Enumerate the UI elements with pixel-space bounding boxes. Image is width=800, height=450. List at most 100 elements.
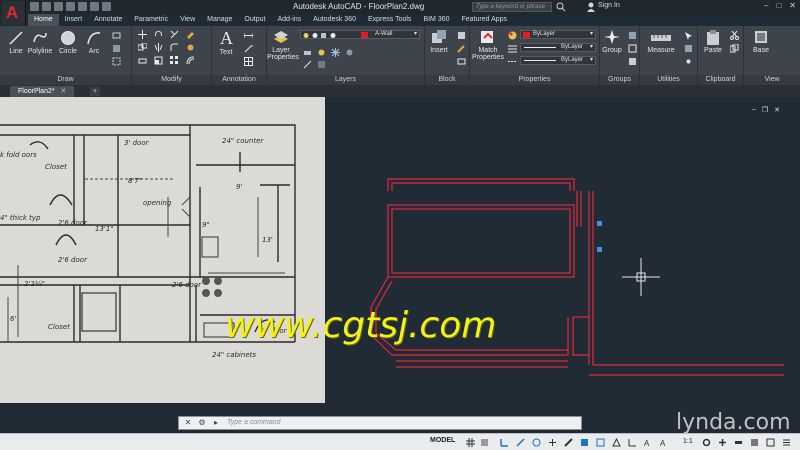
redo-icon[interactable] — [102, 2, 111, 11]
layer-freeze-icon[interactable] — [331, 48, 340, 57]
command-input[interactable]: Type a command — [227, 419, 281, 426]
search-input[interactable]: Type a keyword or phrase — [472, 2, 552, 12]
table-icon[interactable] — [244, 57, 253, 66]
clean-screen-icon[interactable] — [766, 438, 775, 447]
edit-attributes-icon[interactable] — [457, 57, 466, 66]
paste-button[interactable]: Paste — [700, 29, 726, 54]
block-panel-label[interactable]: Block — [425, 75, 469, 85]
array-icon[interactable] — [170, 56, 179, 65]
quick-select-icon[interactable] — [684, 31, 693, 40]
layer-isolate-icon[interactable] — [317, 48, 326, 57]
annotation-scale-value[interactable]: 1:1 — [683, 438, 693, 445]
rotate-icon[interactable] — [154, 30, 163, 39]
model-space-button[interactable]: MODEL — [430, 437, 455, 444]
base-button[interactable]: Base — [748, 29, 774, 54]
snap-icon[interactable] — [480, 438, 489, 447]
tab-parametric[interactable]: Parametric — [128, 14, 174, 26]
command-close-icon[interactable]: ✕ — [183, 418, 193, 428]
tab-express-tools[interactable]: Express Tools — [362, 14, 417, 26]
group-button[interactable]: Group — [600, 29, 624, 54]
hatch-icon[interactable] — [112, 44, 121, 53]
make-current-icon[interactable] — [303, 60, 312, 69]
osnap-icon[interactable] — [532, 438, 541, 447]
groups-panel-label[interactable]: Groups — [600, 75, 639, 85]
copy-icon[interactable] — [138, 43, 147, 52]
tab-add-ins[interactable]: Add-ins — [271, 14, 307, 26]
create-block-icon[interactable] — [457, 31, 466, 40]
command-history-icon[interactable]: ▸ — [211, 418, 221, 428]
tab-manage[interactable]: Manage — [201, 14, 238, 26]
line-button[interactable]: Line — [5, 30, 27, 55]
minimize-icon[interactable]: – — [764, 1, 768, 10]
draw-panel-label[interactable]: Draw — [0, 75, 131, 85]
lineweight-icon[interactable] — [508, 44, 517, 53]
utilities-panel-label[interactable]: Utilities — [640, 75, 697, 85]
move-icon[interactable] — [138, 30, 147, 39]
match-properties-button[interactable]: Match Properties — [472, 29, 504, 61]
properties-panel-label[interactable]: Properties — [470, 75, 599, 85]
trim-icon[interactable] — [170, 30, 179, 39]
scale-icon[interactable] — [154, 56, 163, 65]
boundary-icon[interactable] — [112, 57, 121, 66]
arc-button[interactable]: Arc — [84, 30, 104, 55]
color-icon[interactable] — [508, 31, 517, 40]
text-button[interactable]: A Text — [216, 29, 236, 56]
view-panel-label[interactable]: View — [744, 75, 800, 85]
linetype-dropdown[interactable]: ByLayer ▾ — [520, 56, 596, 65]
polyline-button[interactable]: Polyline — [27, 30, 53, 55]
offset-icon[interactable] — [186, 56, 195, 65]
match-layer-icon[interactable] — [317, 60, 326, 69]
annotation-scale-icon[interactable]: A — [644, 438, 653, 447]
linear-dimension-icon[interactable] — [244, 31, 253, 40]
annotation-visibility-icon[interactable]: A — [660, 438, 669, 447]
tab-featured-apps[interactable]: Featured Apps — [456, 14, 514, 26]
selection-cycling-icon[interactable] — [596, 438, 605, 447]
search-icon[interactable] — [556, 2, 566, 12]
color-dropdown[interactable]: ByLayer ▾ — [520, 30, 596, 39]
save-icon[interactable] — [54, 2, 63, 11]
drawing-canvas[interactable]: – ❐ ✕ Closet 3' door 24" counter 8'7" 9'… — [0, 97, 800, 433]
workspace-gear-icon[interactable] — [702, 438, 711, 447]
rectangle-icon[interactable] — [112, 31, 121, 40]
dynamic-ucs-icon[interactable] — [628, 438, 637, 447]
transparency-icon[interactable] — [580, 438, 589, 447]
tab-autodesk-360[interactable]: Autodesk 360 — [307, 14, 362, 26]
fillet-icon[interactable] — [170, 43, 179, 52]
grid-icon[interactable] — [466, 438, 475, 447]
tab-bim-360[interactable]: BIM 360 — [417, 14, 455, 26]
user-icon[interactable] — [586, 2, 596, 12]
tab-insert[interactable]: Insert — [59, 14, 89, 26]
otrack-icon[interactable] — [548, 438, 557, 447]
cut-icon[interactable] — [730, 31, 739, 40]
edit-block-icon[interactable] — [457, 44, 466, 53]
mirror-icon[interactable] — [154, 43, 163, 52]
annotation-monitor-icon[interactable] — [718, 438, 727, 447]
explode-icon[interactable] — [186, 43, 195, 52]
layer-dropdown[interactable]: A-Wall ▾ — [300, 30, 420, 39]
lineweight-dropdown[interactable]: ByLayer ▾ — [520, 43, 596, 52]
3d-osnap-icon[interactable] — [612, 438, 621, 447]
erase-icon[interactable] — [186, 30, 195, 39]
undo-icon[interactable] — [90, 2, 99, 11]
stretch-icon[interactable] — [138, 56, 147, 65]
new-drawing-tab-button[interactable]: + — [90, 87, 100, 96]
drawing-tab-floorplan2[interactable]: FloorPlan2* ✕ — [10, 86, 75, 97]
plot-icon[interactable] — [78, 2, 87, 11]
ortho-icon[interactable] — [500, 438, 509, 447]
measure-button[interactable]: Measure — [644, 29, 678, 54]
tab-annotate[interactable]: Annotate — [88, 14, 128, 26]
id-point-icon[interactable] — [684, 57, 693, 66]
command-customize-icon[interactable]: ⚙ — [197, 418, 207, 428]
layer-off-icon[interactable] — [345, 48, 354, 57]
clipboard-panel-label[interactable]: Clipboard — [698, 75, 743, 85]
units-icon[interactable] — [734, 438, 743, 447]
layer-properties-button[interactable]: Layer Properties — [267, 29, 299, 61]
tab-home[interactable]: Home — [28, 14, 59, 26]
annotation-panel-label[interactable]: Annotation — [212, 75, 266, 85]
circle-button[interactable]: Circle — [57, 30, 79, 55]
calculator-icon[interactable] — [684, 44, 693, 53]
application-menu-button[interactable]: A — [2, 1, 26, 25]
lineweight-toggle-icon[interactable] — [564, 438, 573, 447]
leader-icon[interactable] — [244, 44, 253, 53]
quick-properties-icon[interactable] — [750, 438, 759, 447]
